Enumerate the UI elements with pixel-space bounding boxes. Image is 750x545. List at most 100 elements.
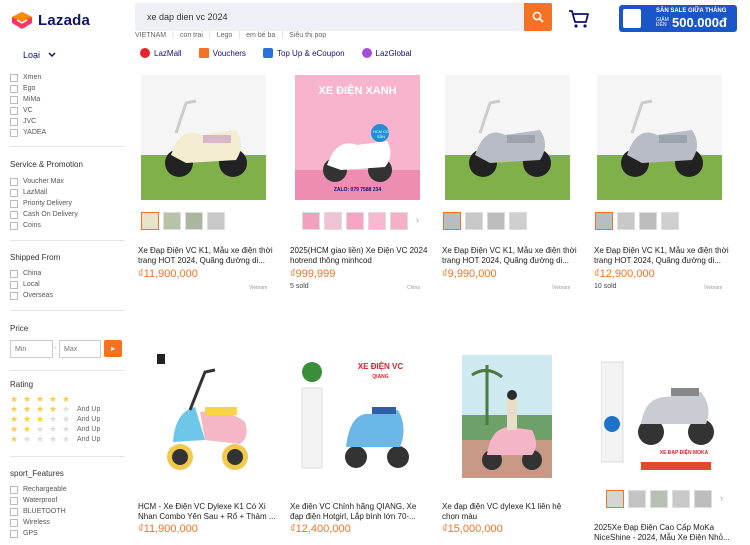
- color-swatch[interactable]: [694, 490, 712, 508]
- promo-banner[interactable]: SĂN SALE GIỮA THÁNG GIẢM ĐẾN 500.000đ: [619, 5, 737, 32]
- product-image[interactable]: [597, 75, 722, 200]
- product-title[interactable]: Xe Đạp Điện VC K1, Mẫu xe điện thời tran…: [594, 246, 732, 266]
- filter-checkbox[interactable]: YADEA: [10, 127, 46, 138]
- filter-checkbox[interactable]: Ego: [10, 83, 46, 94]
- product-image[interactable]: XE ĐIỆN XANH HCM CÓ SẴN ZALO: 079 7588 2…: [295, 75, 420, 200]
- filter-checkbox[interactable]: Wireless: [10, 517, 67, 528]
- filter-checkbox[interactable]: Voucher Max: [10, 176, 78, 187]
- filter-checkbox[interactable]: Local: [10, 279, 53, 290]
- product-title[interactable]: HCM - Xe Điện VC Dylexe K1 Có Xi Nhan Co…: [138, 502, 276, 522]
- color-swatch[interactable]: [207, 212, 225, 230]
- filter-checkbox[interactable]: Xmen: [10, 72, 46, 83]
- rating-3[interactable]: ★ ★ ★ ★ ★ And Up: [10, 414, 100, 424]
- scooter-image: [462, 355, 552, 478]
- color-swatch[interactable]: [606, 490, 624, 508]
- filter-checkbox[interactable]: BLUETOOTH: [10, 506, 67, 517]
- product-price: ₫12,400,000: [290, 523, 351, 535]
- nav-lazglobal[interactable]: LazGlobal: [361, 48, 412, 58]
- filter-checkbox[interactable]: Rechargeable: [10, 484, 67, 495]
- color-swatch[interactable]: [509, 212, 527, 230]
- rating-1[interactable]: ★ ★ ★ ★ ★ And Up: [10, 434, 100, 444]
- nav-lazmall[interactable]: LazMall: [140, 48, 182, 58]
- product-image[interactable]: [145, 352, 270, 477]
- color-swatch[interactable]: [617, 212, 635, 230]
- filter-checkbox[interactable]: Cash On Delivery: [10, 209, 78, 220]
- color-swatch[interactable]: [346, 212, 364, 230]
- category-dropdown[interactable]: Loại: [23, 50, 56, 60]
- filter-checkbox[interactable]: Waterproof: [10, 495, 67, 506]
- promo-line1: SĂN SALE GIỮA THÁNG: [656, 8, 727, 14]
- search-input[interactable]: [135, 3, 524, 31]
- color-swatch[interactable]: [628, 490, 646, 508]
- color-swatch[interactable]: [650, 490, 668, 508]
- filter-checkbox[interactable]: MiMa: [10, 94, 46, 105]
- color-swatch[interactable]: [163, 212, 181, 230]
- chevron-right-icon[interactable]: ›: [416, 215, 419, 225]
- color-swatch[interactable]: [465, 212, 483, 230]
- color-swatch[interactable]: [390, 212, 408, 230]
- color-swatches: [595, 212, 679, 230]
- color-swatch[interactable]: [185, 212, 203, 230]
- color-swatch[interactable]: [661, 212, 679, 230]
- product-image[interactable]: [445, 75, 570, 200]
- price-min-input[interactable]: [10, 340, 53, 358]
- color-swatch[interactable]: [639, 212, 657, 230]
- color-swatches: [443, 212, 527, 230]
- suggestion[interactable]: Siêu thị pop: [289, 32, 326, 39]
- price-max-input[interactable]: [59, 340, 101, 358]
- filter-checkbox[interactable]: Priority Delivery: [10, 198, 78, 209]
- rating-4[interactable]: ★ ★ ★ ★ ★ And Up: [10, 404, 100, 414]
- product-title[interactable]: 2025Xe Đạp Điện Cao Cấp MoKa NiceShine -…: [594, 523, 732, 543]
- suggestion[interactable]: Lego: [217, 32, 233, 39]
- filter-checkbox[interactable]: Overseas: [10, 290, 53, 301]
- color-swatch[interactable]: [595, 212, 613, 230]
- promo-amount: 500.000đ: [672, 15, 727, 30]
- color-swatch[interactable]: [443, 212, 461, 230]
- color-swatch[interactable]: [302, 212, 320, 230]
- product-title[interactable]: Xe điện VC Chính hãng QIANG, Xe đạp điện…: [290, 502, 428, 522]
- search-button[interactable]: [524, 3, 552, 31]
- product-title[interactable]: Xe Đạp Điện VC K1, Mẫu xe điện thời tran…: [138, 246, 276, 266]
- rating-5[interactable]: ★ ★ ★ ★ ★: [10, 394, 100, 404]
- product-sold: 5 sold: [290, 283, 309, 290]
- banner-title: XE ĐẠP ĐIỆN MOKA: [659, 450, 709, 456]
- price-apply-button[interactable]: ▸: [104, 340, 122, 357]
- features-title: sport_Features: [10, 469, 64, 478]
- star-icon: ★: [10, 433, 19, 444]
- nav-topup[interactable]: Top Up & eCoupon: [262, 48, 345, 58]
- color-swatch[interactable]: [487, 212, 505, 230]
- features-filter: Rechargeable Waterproof BLUETOOTH Wirele…: [10, 484, 67, 539]
- product-title[interactable]: Xe đạp điện VC dylexe K1 liên hệ chọn mà…: [442, 502, 580, 522]
- product-title[interactable]: 2025(HCM giao liền) Xe Điện VC 2024 hotr…: [290, 246, 428, 266]
- topup-icon: [262, 48, 273, 58]
- lazada-logo[interactable]: Lazada: [10, 9, 90, 31]
- cart-icon[interactable]: [568, 9, 590, 29]
- banner-title: XE ĐIỆN VC: [357, 362, 404, 371]
- product-title[interactable]: Xe Đạp Điện VC K1, Mẫu xe điện thời tran…: [442, 246, 580, 266]
- filter-checkbox[interactable]: JVC: [10, 116, 46, 127]
- lazglobal-icon: [361, 48, 372, 58]
- suggestion[interactable]: em bé ba: [246, 32, 275, 39]
- rating-2[interactable]: ★ ★ ★ ★ ★ And Up: [10, 424, 100, 434]
- color-swatch[interactable]: [672, 490, 690, 508]
- filter-checkbox[interactable]: China: [10, 268, 53, 279]
- scooter-image: [597, 75, 722, 200]
- filter-checkbox[interactable]: GPS: [10, 528, 67, 539]
- nav-vouchers[interactable]: Vouchers: [198, 48, 246, 58]
- product-image[interactable]: XE ĐIỆN VC QIANG: [298, 352, 423, 477]
- brand-filter: Xmen Ego MiMa VC JVC YADEA: [10, 72, 46, 138]
- product-image[interactable]: [462, 355, 552, 478]
- color-swatch[interactable]: [368, 212, 386, 230]
- color-swatch[interactable]: [141, 212, 159, 230]
- filter-checkbox[interactable]: VC: [10, 105, 46, 116]
- filter-checkbox[interactable]: Coins: [10, 220, 78, 231]
- product-location: Vietnam: [249, 285, 268, 291]
- chevron-right-icon[interactable]: ›: [720, 493, 723, 503]
- color-swatch[interactable]: [324, 212, 342, 230]
- product-image[interactable]: XE ĐẠP ĐIỆN MOKA: [601, 352, 721, 477]
- scooter-image: [445, 75, 570, 200]
- suggestion[interactable]: VIETNAM: [135, 32, 166, 39]
- suggestion[interactable]: con trai: [180, 32, 203, 39]
- product-image[interactable]: [141, 75, 266, 200]
- filter-checkbox[interactable]: LazMall: [10, 187, 78, 198]
